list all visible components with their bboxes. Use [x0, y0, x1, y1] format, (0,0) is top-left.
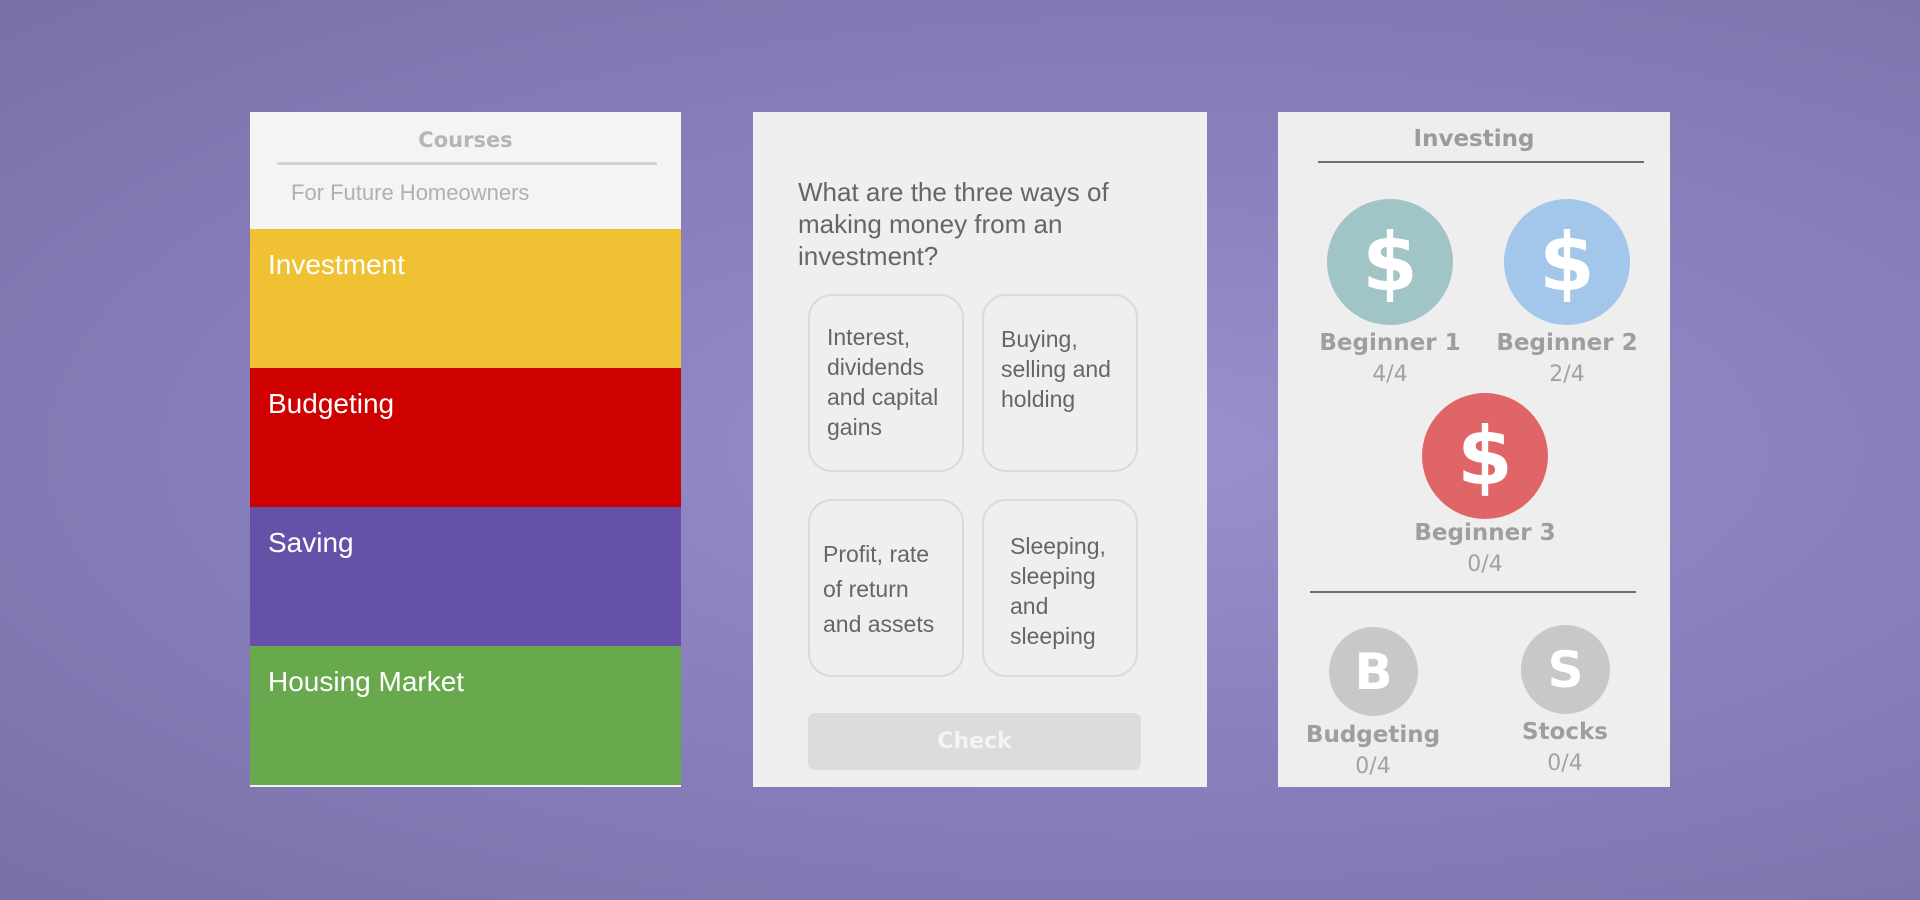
beginner-2-button[interactable]: $: [1504, 199, 1630, 325]
course-label: Saving: [268, 527, 354, 558]
course-item-saving[interactable]: Saving: [250, 507, 681, 646]
course-progress: 0/4: [1355, 754, 1391, 779]
divider: [1310, 591, 1636, 593]
answer-option-2[interactable]: Buying, selling and holding: [982, 294, 1138, 472]
beginner-1-button[interactable]: $: [1327, 199, 1453, 325]
answer-option-1[interactable]: Interest, dividends and capital gains: [808, 294, 964, 472]
investing-title: Investing: [1413, 126, 1535, 152]
answer-text: Sleeping, sleeping and sleeping: [1010, 533, 1106, 649]
course-item-housing-market[interactable]: Housing Market: [250, 646, 681, 785]
level-progress: 2/4: [1549, 362, 1585, 387]
course-item-budgeting[interactable]: Budgeting: [250, 368, 681, 507]
courses-header: Courses For Future Homeowners: [250, 112, 681, 229]
investing-panel: Investing $ Beginner 1 4/4 $ Beginner 2 …: [1278, 112, 1670, 787]
answer-text: Buying, selling and holding: [1001, 326, 1111, 412]
level-name: Beginner 3: [1414, 520, 1556, 546]
check-button[interactable]: Check: [808, 713, 1141, 770]
budgeting-course-button[interactable]: B: [1329, 627, 1418, 716]
course-label: Investment: [268, 249, 405, 280]
level-progress: 0/4: [1467, 552, 1503, 577]
answer-text: Profit, rate of return and assets: [823, 541, 935, 637]
answer-option-4[interactable]: Sleeping, sleeping and sleeping: [982, 499, 1138, 677]
courses-title: Courses: [418, 128, 513, 152]
level-name: Beginner 2: [1496, 330, 1638, 356]
letter-s-icon: S: [1547, 640, 1584, 699]
dollar-icon: $: [1457, 409, 1513, 503]
course-label: Housing Market: [268, 666, 465, 697]
beginner-3-button[interactable]: $: [1422, 393, 1548, 519]
dollar-icon: $: [1362, 215, 1418, 309]
dollar-icon: $: [1539, 215, 1595, 309]
course-name: Budgeting: [1305, 722, 1441, 748]
level-progress: 4/4: [1372, 362, 1408, 387]
course-label: Budgeting: [268, 388, 395, 419]
course-progress: 0/4: [1547, 751, 1583, 776]
answer-option-3[interactable]: Profit, rate of return and assets: [808, 499, 964, 677]
divider: [1318, 161, 1644, 163]
course-item-investment[interactable]: Investment: [250, 229, 681, 368]
level-name: Beginner 1: [1319, 330, 1461, 356]
course-name: Stocks: [1522, 719, 1608, 745]
courses-subtitle: For Future Homeowners: [291, 180, 530, 205]
answer-text: Interest, dividends and capital gains: [827, 324, 939, 440]
divider: [277, 162, 657, 165]
quiz-question: What are the three ways of making money …: [798, 177, 1109, 271]
stocks-course-button[interactable]: S: [1521, 625, 1610, 714]
courses-panel: Courses For Future Homeowners Investment…: [250, 112, 681, 787]
letter-b-icon: B: [1354, 642, 1393, 701]
quiz-panel: What are the three ways of making money …: [753, 112, 1207, 787]
